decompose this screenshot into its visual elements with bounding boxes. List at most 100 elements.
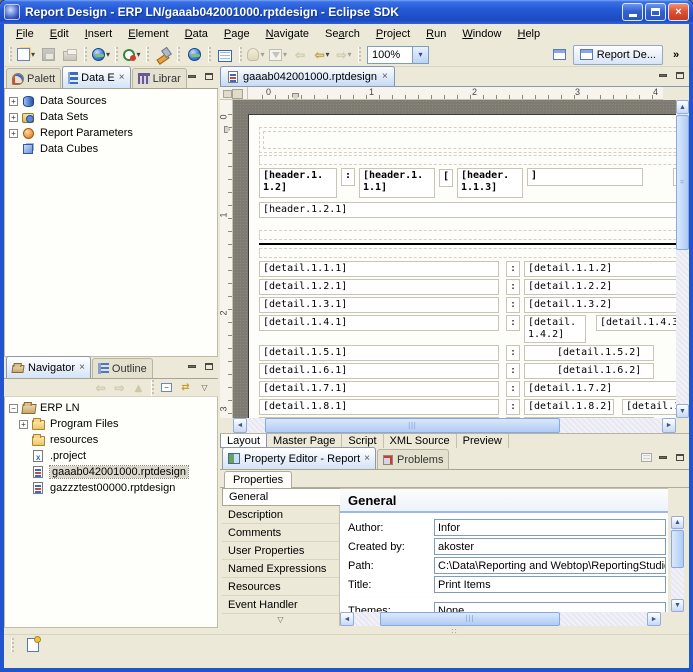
maximize-view-button[interactable] xyxy=(202,360,216,372)
path-input[interactable]: C:\Data\Reporting and Webtop\ReportingSt… xyxy=(434,557,666,574)
category-description[interactable]: Description xyxy=(222,506,339,524)
detail-cell[interactable]: [detail.1.3.2] xyxy=(524,297,676,313)
menu-help[interactable]: Help xyxy=(509,27,548,41)
scroll-right-button[interactable]: ► xyxy=(662,418,676,433)
tab-script[interactable]: Script xyxy=(342,434,383,448)
tab-outline[interactable]: Outline xyxy=(92,358,153,378)
detail-cell[interactable]: : xyxy=(506,399,520,415)
expand-icon[interactable]: + xyxy=(9,97,18,106)
title-bar[interactable]: Report Design - ERP LN/gaaab042001000.rp… xyxy=(0,0,693,24)
tree-item-project-file[interactable]: .project xyxy=(5,448,217,464)
report-thin-row[interactable] xyxy=(259,230,676,240)
scroll-down-button[interactable]: ▼ xyxy=(671,599,684,612)
scroll-up-button[interactable]: ▲ xyxy=(671,516,684,529)
maximize-view-button[interactable] xyxy=(673,451,687,463)
collapse-icon[interactable]: − xyxy=(9,404,18,413)
fast-view-icon[interactable] xyxy=(27,638,39,652)
publish-report-button[interactable]: ▾ xyxy=(91,45,111,65)
report-thin-row[interactable] xyxy=(259,155,676,165)
tab-navigator[interactable]: Navigator × xyxy=(6,356,91,378)
theme-button[interactable] xyxy=(153,45,173,65)
editor-tab-gaaab[interactable]: gaaab042001000.rptdesign × xyxy=(220,66,395,86)
maximize-button[interactable] xyxy=(645,3,666,21)
toolbar-grip[interactable] xyxy=(115,47,118,63)
menu-page[interactable]: Page xyxy=(216,27,258,41)
menu-window[interactable]: Window xyxy=(454,27,509,41)
expand-icon[interactable]: + xyxy=(9,129,18,138)
close-icon[interactable]: × xyxy=(364,453,370,464)
editor-vertical-scrollbar[interactable]: ▲ = ▼ xyxy=(676,100,689,418)
tree-item-resources[interactable]: resources xyxy=(5,432,217,448)
zoom-dropdown-button[interactable]: ▾ xyxy=(413,46,429,64)
minimize-view-button[interactable] xyxy=(656,451,670,463)
back-button[interactable]: ⇦▾ xyxy=(312,45,332,65)
report-empty-row[interactable] xyxy=(259,127,676,153)
detail-cell[interactable]: [detail.1.7.1] xyxy=(259,381,499,397)
tab-problems[interactable]: Problems xyxy=(377,449,449,469)
header-cell[interactable]: ] xyxy=(527,168,643,186)
tree-item-data-sources[interactable]: + Data Sources xyxy=(5,93,217,109)
open-perspective-button[interactable] xyxy=(550,45,570,65)
tab-property-editor[interactable]: Property Editor - Report × xyxy=(222,447,376,469)
tree-item-report-parameters[interactable]: + Report Parameters xyxy=(5,125,217,141)
toolbar-grip[interactable] xyxy=(239,47,242,63)
ruler-marker[interactable] xyxy=(224,126,230,133)
tab-preview[interactable]: Preview xyxy=(457,434,509,448)
detail-cell[interactable]: [detail.1.7.2] xyxy=(524,381,676,397)
detail-cell[interactable]: : xyxy=(506,315,520,331)
detail-cell[interactable]: [detail.1.5.1] xyxy=(259,345,499,361)
detail-cell[interactable]: [detail.1.6.2] xyxy=(524,363,654,379)
header-cell[interactable]: [header.1.1.2] xyxy=(259,168,337,198)
forward-button[interactable]: ⇨ xyxy=(111,380,128,396)
tree-item-data-cubes[interactable]: Data Cubes xyxy=(5,141,217,157)
scroll-up-button[interactable]: ▲ xyxy=(676,100,689,114)
link-with-editor-button[interactable]: ⇄ xyxy=(177,380,194,396)
detail-cell[interactable]: : xyxy=(506,297,520,313)
menu-project[interactable]: Project xyxy=(368,27,418,41)
minimize-view-button[interactable] xyxy=(185,70,199,82)
detail-cell[interactable]: : xyxy=(506,279,520,295)
maximize-view-button[interactable] xyxy=(673,69,687,81)
header-cell[interactable]: : xyxy=(341,168,355,186)
new-report-button[interactable]: ▾ xyxy=(16,45,36,65)
scrollbar-thumb[interactable]: ||| xyxy=(265,418,560,433)
tab-palette[interactable]: Palett xyxy=(6,68,61,88)
scroll-right-button[interactable]: ► xyxy=(647,612,661,626)
layout-canvas[interactable]: [header.1.1.2] : [header.1.1.1] [ [heade… xyxy=(233,100,676,418)
close-icon[interactable]: × xyxy=(79,362,85,373)
run-report-button[interactable]: ▾ xyxy=(122,45,142,65)
up-button[interactable]: ▲ xyxy=(130,380,147,396)
toolbar-grip[interactable] xyxy=(84,47,87,63)
category-general[interactable]: General xyxy=(222,488,340,506)
detail-cell[interactable]: [detail.1.6.1] xyxy=(259,363,499,379)
close-icon[interactable]: × xyxy=(119,72,125,83)
report-library-button[interactable] xyxy=(215,45,235,65)
author-input[interactable]: Infor xyxy=(434,519,666,536)
themes-input[interactable]: None xyxy=(434,602,666,612)
category-comments[interactable]: Comments xyxy=(222,524,339,542)
forward-button[interactable]: ⇨▾ xyxy=(334,45,354,65)
category-user-properties[interactable]: User Properties xyxy=(222,542,339,560)
scrollbar-thumb[interactable]: ||| xyxy=(380,612,560,626)
scrollbar-thumb[interactable] xyxy=(671,530,684,568)
scroll-left-button[interactable]: ◄ xyxy=(340,612,354,626)
report-page[interactable]: [header.1.1.2] : [header.1.1.1] [ [heade… xyxy=(248,114,676,418)
last-edit-button[interactable]: ⇦ xyxy=(290,45,310,65)
editor-horizontal-scrollbar[interactable]: ◄ ||| ► xyxy=(233,418,676,433)
detail-cell[interactable]: [detail.1.5.2] xyxy=(524,345,654,361)
minimize-view-button[interactable] xyxy=(185,360,199,372)
menu-data[interactable]: Data xyxy=(177,27,216,41)
menu-element[interactable]: Element xyxy=(120,27,176,41)
report-design-perspective-button[interactable]: Report De... xyxy=(573,45,663,65)
detail-cell[interactable]: : xyxy=(506,381,520,397)
toolbar-grip[interactable] xyxy=(358,47,361,63)
toolbar-grip[interactable] xyxy=(146,47,149,63)
detail-cell[interactable]: [detail.1.4.3] xyxy=(596,315,676,331)
minimize-view-button[interactable] xyxy=(656,69,670,81)
expand-icon[interactable]: + xyxy=(9,113,18,122)
toolbar-grip[interactable] xyxy=(208,47,211,63)
detail-cell[interactable]: [detail.1.8.2] xyxy=(524,399,614,415)
created-by-input[interactable]: akoster xyxy=(434,538,666,555)
category-event-handler[interactable]: Event Handler xyxy=(222,596,339,614)
detail-cell[interactable]: [detail.1.1.1] xyxy=(259,261,499,277)
